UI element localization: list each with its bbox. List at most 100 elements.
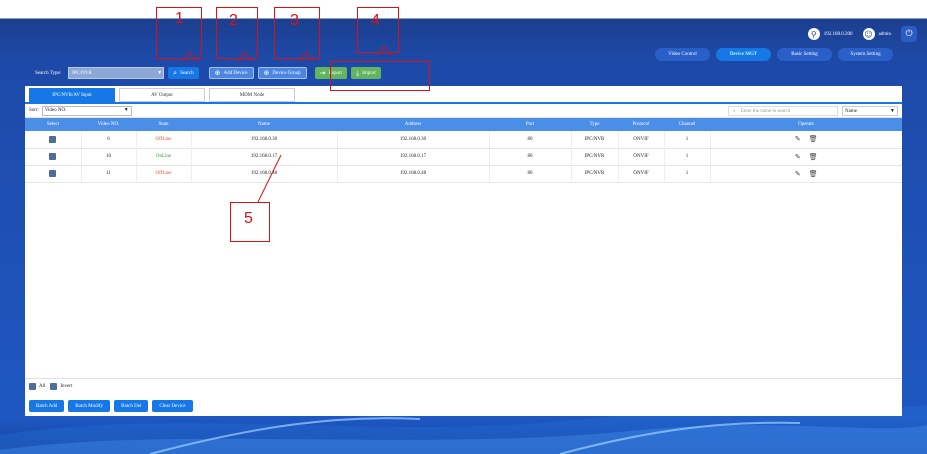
- search-button[interactable]: ⌕ Search: [168, 67, 199, 79]
- cell-state: OffLine: [136, 165, 192, 182]
- clear-device-button[interactable]: Clear Device: [152, 400, 193, 412]
- user-name: admin: [878, 31, 892, 37]
- tab-mdm-node[interactable]: MDM Node: [209, 88, 295, 102]
- cell-type: IPC/NVR: [571, 148, 619, 165]
- invert-label: Invert: [60, 384, 73, 389]
- batch-del-button[interactable]: Batch Del: [114, 400, 149, 412]
- cell-video-no: 11: [81, 165, 137, 182]
- filter-row: Sort: Video NO. ▼ ⌕ Enter the name to se…: [25, 104, 902, 118]
- device-group-button[interactable]: ⊕ Device Group: [257, 67, 307, 79]
- tab-ipc-nvr-av-input[interactable]: IPC/NVR/AV Input: [29, 88, 115, 102]
- tab-basic-setting[interactable]: Basic Setting: [777, 48, 832, 61]
- col-type: Type: [589, 122, 600, 127]
- col-video-no: Video NO.: [97, 122, 120, 127]
- cell-type: IPC/NVR: [571, 131, 619, 148]
- edit-icon[interactable]: ✎: [795, 153, 801, 161]
- search-button-label: Search: [180, 70, 194, 76]
- tab-device-mgt[interactable]: Device MGT: [716, 48, 771, 61]
- sort-value: Video NO.: [44, 108, 67, 113]
- invert-checkbox[interactable]: [50, 383, 58, 390]
- search-type-value: IPC/NVR: [72, 70, 92, 76]
- batch-modify-button[interactable]: Batch Modify: [68, 400, 111, 412]
- chevron-down-icon: ▼: [890, 108, 895, 114]
- row-checkbox[interactable]: [49, 170, 57, 177]
- cell-port: 80: [489, 148, 572, 165]
- search-type-select[interactable]: IPC/NVR ▼: [68, 67, 165, 79]
- search-field-value: Name: [845, 108, 857, 114]
- table-row: 11 OffLine 192.168.0.48 192.168.0.48 80 …: [25, 165, 902, 182]
- add-device-icon: ⊕: [214, 68, 221, 77]
- col-channel: Channel: [678, 122, 696, 127]
- cell-operate: ✎ 🗑: [710, 165, 902, 182]
- cell-name: 192.168.0.30: [191, 131, 338, 148]
- power-button[interactable]: ⏻: [901, 26, 917, 42]
- tab-system-setting[interactable]: System Setting: [838, 48, 893, 61]
- tab-av-output[interactable]: AV Output: [119, 88, 205, 102]
- sort-select[interactable]: Video NO. ▼: [41, 105, 132, 116]
- main-nav: Video Control Device MGT Basic Setting S…: [655, 48, 893, 61]
- col-address: Address: [404, 122, 422, 127]
- add-device-label: Add Device: [223, 70, 248, 76]
- annotation-number-1: 1: [175, 10, 184, 27]
- toolbar: Search Type: IPC/NVR ▼ ⌕ Search ⊕ Add De…: [35, 67, 381, 79]
- search-input[interactable]: ⌕ Enter the name to search: [728, 106, 838, 116]
- user-icon: ☺: [862, 28, 875, 40]
- cell-channel: 1: [664, 148, 711, 165]
- sub-tabs: IPC/NVR/AV Input AV Output MDM Node: [25, 86, 902, 102]
- table-header-row: Select Video NO. State Name Address Port…: [25, 118, 902, 131]
- annotation-number-3: 3: [290, 12, 299, 29]
- col-port: Port: [525, 122, 535, 127]
- annotation-box-export-import: [330, 61, 430, 91]
- cell-type: IPC/NVR: [571, 165, 619, 182]
- cell-name: 192.168.0.48: [191, 165, 338, 182]
- edit-icon[interactable]: ✎: [795, 170, 801, 178]
- search-field-select[interactable]: Name ▼: [842, 106, 898, 116]
- search-placeholder: Enter the name to search: [740, 108, 791, 114]
- ip-indicator: ⚲ 192.168.0.200: [807, 28, 853, 40]
- col-state: State: [158, 122, 169, 127]
- cell-video-no: 6: [81, 131, 137, 148]
- cell-address: 192.168.0.48: [337, 165, 490, 182]
- cell-channel: 1: [664, 131, 711, 148]
- col-protocol: Protocol: [632, 122, 650, 127]
- cell-address: 192.168.0.30: [337, 131, 490, 148]
- col-select: Select: [46, 122, 60, 127]
- cell-protocol: ONVIF: [618, 148, 665, 165]
- table-row: 6 OffLine 192.168.0.30 192.168.0.30 80 I…: [25, 131, 902, 148]
- row-checkbox[interactable]: [49, 135, 57, 143]
- chevron-down-icon: ▼: [157, 70, 163, 76]
- cell-protocol: ONVIF: [618, 165, 665, 182]
- search-icon: ⌕: [173, 68, 177, 77]
- delete-icon[interactable]: 🗑: [809, 170, 818, 178]
- batch-actions: Batch Add Batch Modify Batch Del Clear D…: [29, 400, 193, 412]
- device-panel: IPC/NVR/AV Input AV Output MDM Node Sort…: [25, 86, 902, 416]
- select-all-checkbox[interactable]: [29, 383, 36, 390]
- cell-video-no: 10: [81, 148, 137, 165]
- sort-label: Sort:: [29, 108, 39, 113]
- row-checkbox[interactable]: [49, 153, 57, 160]
- cell-operate: ✎ 🗑: [710, 131, 902, 148]
- device-table: Select Video NO. State Name Address Port…: [25, 118, 902, 183]
- annotation-number-2: 2: [229, 12, 238, 29]
- batch-add-button[interactable]: Batch Add: [29, 400, 65, 412]
- col-operate: Operate: [798, 122, 814, 127]
- tab-video-control[interactable]: Video Control: [655, 48, 710, 61]
- delete-icon[interactable]: 🗑: [809, 153, 818, 161]
- device-group-icon: ⊕: [263, 68, 270, 77]
- add-device-button[interactable]: ⊕ Add Device: [208, 67, 254, 79]
- search-type-label: Search Type:: [35, 70, 62, 76]
- power-icon: ⏻: [905, 29, 913, 39]
- annotation-number-4: 4: [371, 12, 380, 29]
- cell-channel: 1: [664, 165, 711, 182]
- user-menu[interactable]: ☺ admin: [862, 28, 892, 40]
- select-all-label: All: [39, 384, 46, 389]
- divider: [25, 378, 902, 379]
- edit-icon[interactable]: ✎: [795, 135, 801, 143]
- annotation-number-5: 5: [244, 210, 253, 227]
- chevron-down-icon: ▼: [123, 108, 129, 113]
- top-right-bar: ⚲ 192.168.0.200 ☺ admin ⏻: [807, 26, 917, 42]
- delete-icon[interactable]: 🗑: [809, 135, 818, 143]
- selection-controls: All Invert: [29, 383, 72, 390]
- export-icon: ⇥: [319, 68, 326, 77]
- cell-operate: ✎ 🗑: [710, 148, 902, 165]
